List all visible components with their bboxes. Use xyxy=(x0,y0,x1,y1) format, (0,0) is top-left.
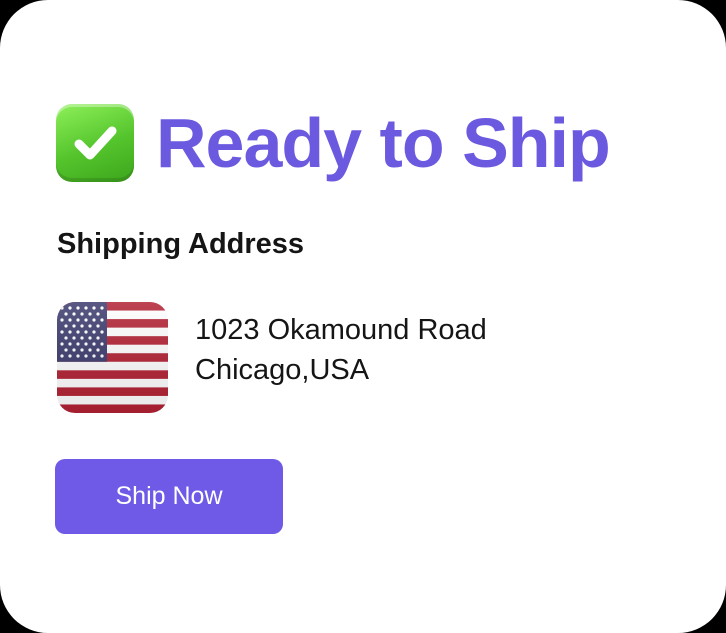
ship-status-card: Ready to Ship Shipping Address 1023 Okam… xyxy=(0,0,726,633)
shipping-address: 1023 Okamound Road Chicago,USA xyxy=(195,310,487,390)
ship-now-button[interactable]: Ship Now xyxy=(55,459,283,534)
address-line-1: 1023 Okamound Road xyxy=(195,314,487,346)
shipping-address-heading: Shipping Address xyxy=(57,228,305,260)
status-header: Ready to Ship xyxy=(56,102,611,184)
check-mark-icon xyxy=(56,104,134,182)
page-title: Ready to Ship xyxy=(156,104,611,182)
us-flag-icon xyxy=(57,302,168,413)
address-line-2: Chicago,USA xyxy=(195,354,370,386)
